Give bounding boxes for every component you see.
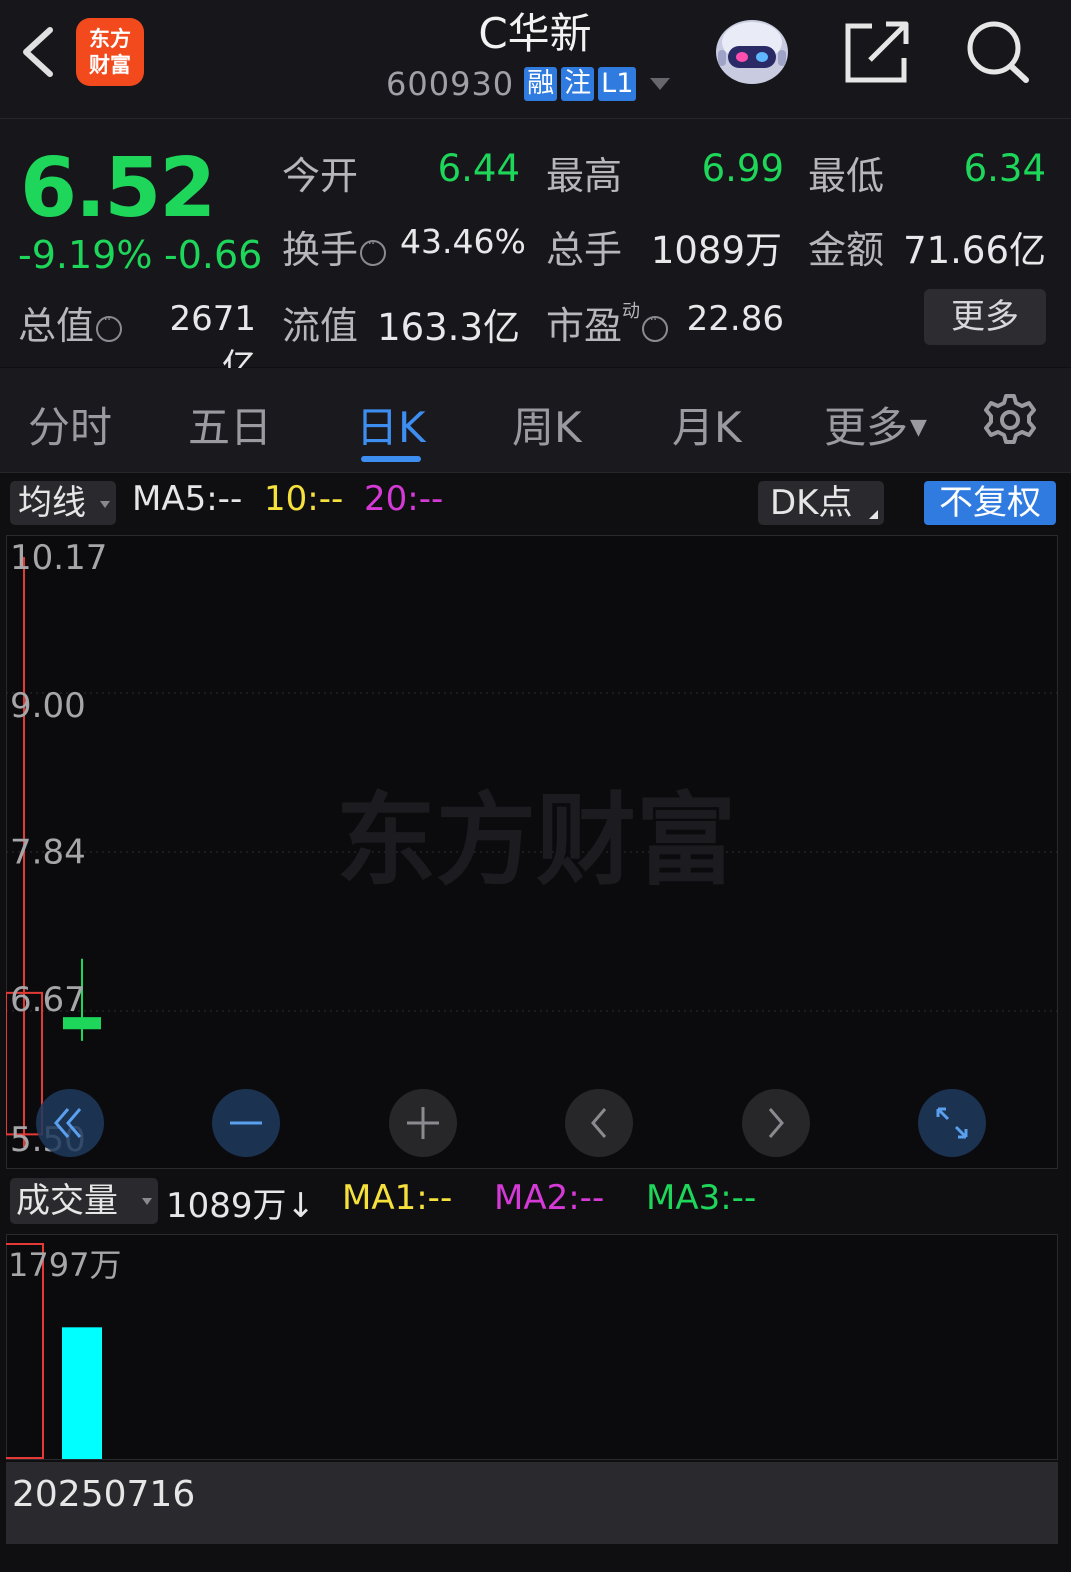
next-button[interactable] [742,1089,810,1157]
info-icon[interactable] [642,312,669,342]
tab-more[interactable]: 更多▼ [824,394,927,455]
dk-label: DK点 [770,483,853,523]
share-icon[interactable] [842,18,912,86]
margin-tag: 融 [524,67,558,101]
quote-panel: 6.52 -9.19% -0.66 今开 6.44 最高 6.99 最低 6.3… [0,119,1071,387]
caret-down-icon [142,1198,152,1205]
volume-bar [62,1327,102,1459]
volume-select[interactable]: 成交量 [10,1178,158,1224]
amount-label: 金额 [808,228,885,272]
caret-down-icon: ▼ [910,415,927,440]
float-value: 163.3亿 [377,306,520,349]
search-icon[interactable] [962,18,1032,86]
volume-tick-label: 1797万 [8,1246,121,1284]
tab-daily-k[interactable]: 日K [356,394,426,455]
top-nav-bar: 东方 财富 C华新 600930 融 注 L1 [0,0,1071,119]
turnover-value: 43.46% [400,222,526,261]
tab-monthly-k[interactable]: 月K [672,394,742,455]
logo-text-line1: 东方 [89,27,131,51]
notice-tag: 注 [561,67,595,101]
last-price: 6.52 [20,141,216,236]
turnover-label: 换手 [282,219,387,274]
date-label: 20250716 [12,1474,196,1515]
ma-select-label: 均线 [18,483,86,523]
zoom-out-button[interactable] [212,1089,280,1157]
pe-label-text: 市盈 [546,304,623,348]
pe-sup: 动 [622,301,641,322]
volume-select-label: 成交量 [16,1181,118,1221]
more-quote-button[interactable]: 更多 [924,289,1046,345]
change-amount: -0.66 [164,233,263,277]
date-bar: 20250716 [6,1462,1058,1544]
gear-icon[interactable] [982,392,1038,448]
volume-current: 1089万↓ [166,1186,316,1226]
vol-ma2: MA2:-- [494,1178,605,1218]
tab-more-label: 更多 [824,403,909,452]
volume-indicator-bar: 成交量 1089万↓ MA1:-- MA2:-- MA3:-- [0,1172,1071,1232]
corner-arrow-icon [869,510,878,519]
robot-assistant-icon[interactable] [712,12,792,88]
dk-point-button[interactable]: DK点 [758,481,884,525]
high-label: 最高 [546,154,623,198]
low-value: 6.34 [963,147,1046,190]
caret-down-icon [100,501,110,508]
expand-button[interactable] [918,1089,986,1157]
mktcap-label: 总值 [18,295,123,350]
tab-five-day[interactable]: 五日 [188,394,272,455]
tab-intraday[interactable]: 分时 [28,394,112,455]
ma-indicator-bar: 均线 MA5:-- 10:-- 20:-- DK点 不复权 [0,473,1071,533]
level1-tag: L1 [598,67,637,101]
high-value: 6.99 [701,147,784,190]
y-tick-label: 10.17 [10,538,107,578]
adjust-button[interactable]: 不复权 [924,481,1056,525]
info-icon[interactable] [96,312,123,342]
prev-button[interactable] [565,1089,633,1157]
volume-label: 总手 [546,228,623,272]
ma5-value: MA5:-- [132,479,243,519]
ma10-value: 10:-- [264,479,344,519]
stock-code: 600930 [386,65,515,103]
back-icon[interactable] [14,22,64,82]
mktcap-label-text: 总值 [18,304,95,348]
logo-text-line2: 财富 [89,53,131,77]
rewind-button[interactable] [36,1089,104,1157]
info-icon[interactable] [360,236,387,266]
tab-weekly-k[interactable]: 周K [512,394,582,455]
chevron-down-icon[interactable] [650,78,671,90]
float-label: 流值 [282,304,359,348]
low-label: 最低 [808,154,885,198]
amount-value: 71.66亿 [903,229,1046,272]
watermark: 东方财富 [336,782,736,899]
volume-value: 1089万 [650,229,782,272]
stock-title[interactable]: C华新 [380,0,690,61]
ma20-value: 20:-- [364,479,444,519]
change-percent: -9.19% [18,233,153,277]
open-value: 6.44 [437,147,520,190]
vol-ma3: MA3:-- [646,1178,757,1218]
pe-value: 22.86 [686,299,784,339]
y-tick-label: 7.84 [10,832,86,872]
zoom-in-button[interactable] [389,1089,457,1157]
volume-chart[interactable]: 1797万 [6,1234,1058,1460]
y-tick-label: 9.00 [10,686,86,726]
pe-label: 市盈动 [546,295,669,350]
ma-select[interactable]: 均线 [10,481,116,525]
y-tick-label: 6.67 [10,980,86,1020]
stock-subtitle-row[interactable]: 600930 融 注 L1 [386,64,671,104]
turnover-label-text: 换手 [282,228,359,272]
vol-ma1: MA1:-- [342,1178,453,1218]
app-logo: 东方 财富 [76,18,144,86]
active-tab-indicator [361,456,421,462]
open-label: 今开 [282,154,359,198]
period-tabs: 分时 五日 日K 周K 月K 更多▼ [0,368,1071,473]
kline-chart[interactable]: 东方财富 10.179.007.846.675.50 [6,535,1058,1169]
